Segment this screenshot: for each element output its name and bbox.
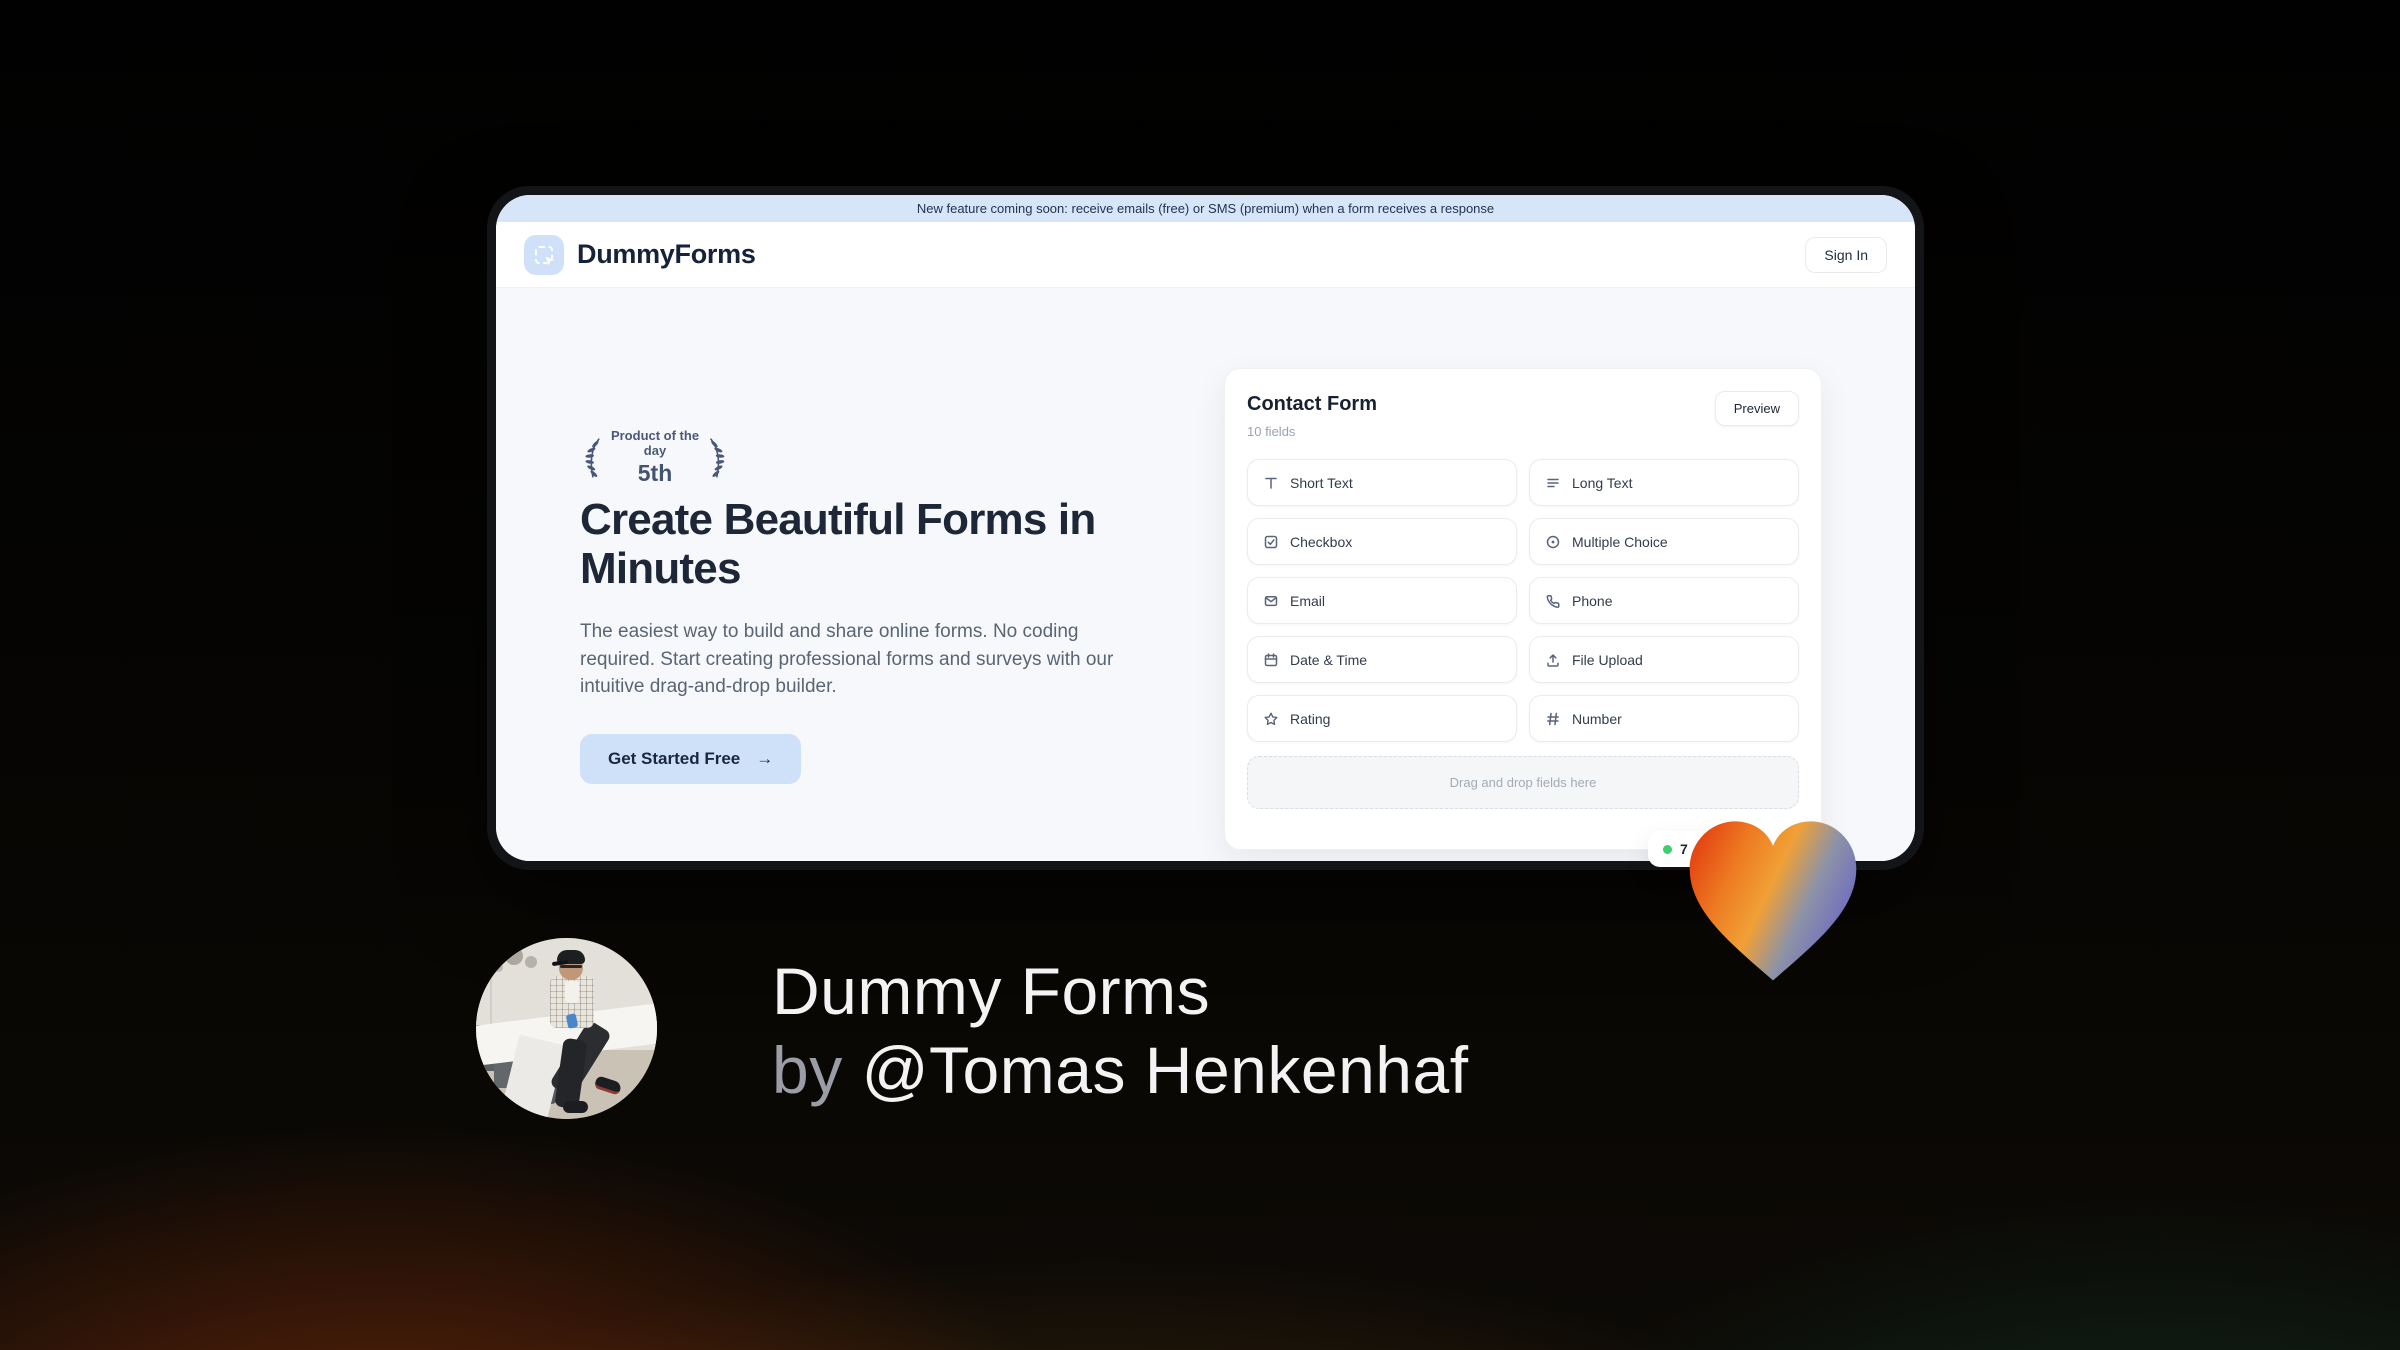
credit-by: by	[772, 1033, 843, 1108]
green-dot-icon	[1663, 844, 1672, 854]
sign-in-button[interactable]: Sign In	[1805, 236, 1887, 273]
author-avatar	[476, 938, 657, 1119]
brand-name: DummyForms	[577, 239, 756, 269]
credit-handle: @Tomas Henkenhaf	[861, 1033, 1469, 1108]
cursor-icon	[544, 255, 557, 267]
field-email[interactable]: Email	[1247, 577, 1517, 624]
laurel-left-icon	[585, 437, 600, 478]
get-started-button[interactable]: Get Started Free →	[580, 734, 802, 784]
drag-drop-zone[interactable]: Drag and drop fields here	[1247, 756, 1799, 809]
hero-subtext: The easiest way to build and share onlin…	[580, 621, 1114, 698]
field-file-upload[interactable]: File Upload	[1529, 636, 1799, 683]
browser-window: New feature coming soon: receive emails …	[487, 186, 1924, 870]
hero-heading: Create Beautiful Forms in Minutes	[580, 495, 1096, 593]
form-builder-card: Contact Form 10 fields Preview Short Tex…	[1224, 368, 1822, 850]
field-number[interactable]: Number	[1529, 695, 1799, 742]
badge-label: Product of the day	[610, 428, 700, 458]
short-text-icon	[1265, 477, 1277, 489]
hero-section: Product of the day 5th Create Beautiful …	[496, 288, 1915, 861]
announcement-banner: New feature coming soon: receive emails …	[496, 195, 1915, 222]
field-multiple-choice[interactable]: Multiple Choice	[1529, 518, 1799, 565]
star-icon	[1264, 712, 1278, 725]
product-of-the-day-badge: Product of the day 5th	[580, 428, 730, 487]
multiple-choice-icon	[1546, 535, 1560, 548]
laurel-right-icon	[710, 437, 725, 478]
field-long-text[interactable]: Long Text	[1529, 459, 1799, 506]
form-field-count: 10 fields	[1247, 424, 1296, 439]
calendar-icon	[1264, 652, 1278, 666]
upload-icon	[1547, 653, 1559, 667]
hash-icon	[1547, 712, 1559, 725]
cursor-select-icon	[524, 234, 564, 275]
field-checkbox[interactable]: Checkbox	[1247, 518, 1517, 565]
field-short-text[interactable]: Short Text	[1247, 459, 1517, 506]
checkbox-icon	[1264, 535, 1278, 548]
heart-icon	[1678, 810, 1868, 993]
phone-icon	[1546, 594, 1560, 608]
badge-rank: 5th	[637, 460, 673, 486]
field-rating[interactable]: Rating	[1247, 695, 1517, 742]
email-icon	[1264, 595, 1278, 606]
site-header: DummyForms Sign In	[496, 222, 1915, 288]
announcement-text: New feature coming soon: receive emails …	[916, 201, 1495, 216]
dropzone-text: Drag and drop fields here	[1449, 775, 1597, 790]
cta-label: Get Started Free	[608, 749, 741, 768]
field-type-grid: Short Text Long Text Checkbox Multiple C…	[1247, 459, 1799, 742]
field-date-time[interactable]: Date & Time	[1247, 636, 1517, 683]
arrow-right-icon: →	[756, 749, 774, 768]
brand-logo[interactable]: DummyForms	[524, 234, 756, 275]
promo-backdrop: New feature coming soon: receive emails …	[0, 0, 2400, 1350]
long-text-icon	[1547, 478, 1559, 487]
preview-button[interactable]: Preview	[1714, 391, 1799, 426]
credit-title: Dummy Forms	[772, 954, 1211, 1028]
field-phone[interactable]: Phone	[1529, 577, 1799, 624]
credit-block: Dummy Forms by @Tomas Henkenhaf	[772, 952, 1469, 1110]
